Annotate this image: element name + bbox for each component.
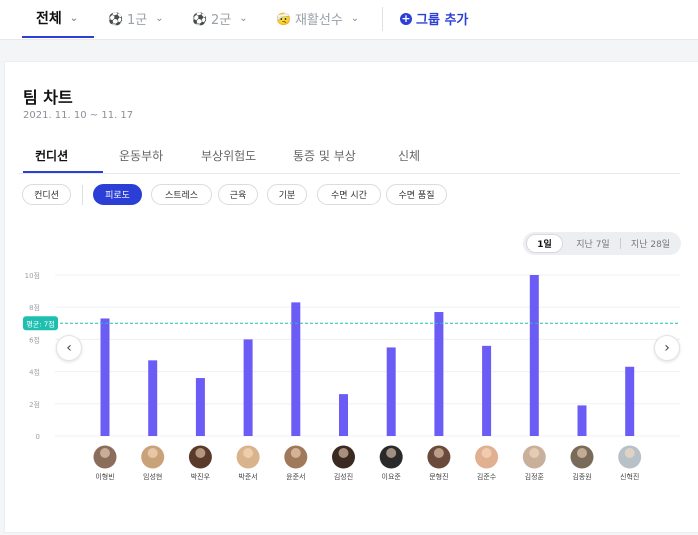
player-name-label: 김성진 (334, 472, 353, 481)
avatar-face (433, 448, 444, 458)
average-label: 평균: 7점 (26, 319, 54, 328)
avatar-face (481, 448, 492, 458)
player-name-label: 김정훈 (525, 472, 545, 481)
bar (195, 378, 205, 436)
y-tick-label: 0 (36, 433, 40, 441)
bar (291, 302, 301, 436)
avatar-face (195, 448, 206, 458)
player-name-label: 문형진 (429, 472, 448, 481)
bar (625, 366, 635, 436)
player-name-label: 신혁진 (620, 472, 639, 481)
avatar-face (147, 448, 158, 458)
fatigue-bar-chart: 0 2점 4점 6점 8점 10점이형빈 임성현 박진우 박준서 윤준서 김성진 이요준 문형진 김준수 김… (23, 272, 680, 481)
bar (243, 339, 253, 436)
bar (482, 345, 492, 436)
chart-next-button[interactable]: › (654, 335, 680, 361)
player-name-label: 박진우 (191, 472, 211, 481)
avatar-face (338, 448, 349, 458)
avatar-face (100, 448, 110, 458)
avatar-face (624, 448, 635, 458)
bar (529, 275, 539, 436)
player-name-label: 이형빈 (95, 472, 114, 481)
bar (148, 360, 158, 436)
bar (100, 318, 110, 436)
player-name-label: 이요준 (382, 472, 402, 481)
bar (339, 394, 348, 436)
y-tick-label: 10점 (25, 272, 40, 280)
bar (386, 347, 396, 436)
y-tick-label: 2점 (29, 401, 40, 409)
avatar-face (290, 448, 301, 458)
avatar-face (386, 448, 397, 458)
y-tick-label: 4점 (29, 369, 40, 377)
player-name-label: 김준수 (477, 473, 497, 481)
y-tick-label: 8점 (29, 304, 40, 312)
avatar-face (529, 448, 540, 458)
avatar-face (243, 448, 254, 458)
player-name-label: 김종원 (572, 472, 591, 481)
avatar-face (577, 448, 587, 458)
player-name-label: 박준서 (238, 472, 257, 481)
y-tick-label: 6점 (29, 336, 40, 344)
bar (434, 312, 444, 436)
player-name-label: 임성현 (143, 472, 162, 481)
bar (577, 405, 587, 436)
player-name-label: 윤준서 (286, 472, 305, 481)
chart-prev-button[interactable]: ‹ (56, 335, 82, 361)
